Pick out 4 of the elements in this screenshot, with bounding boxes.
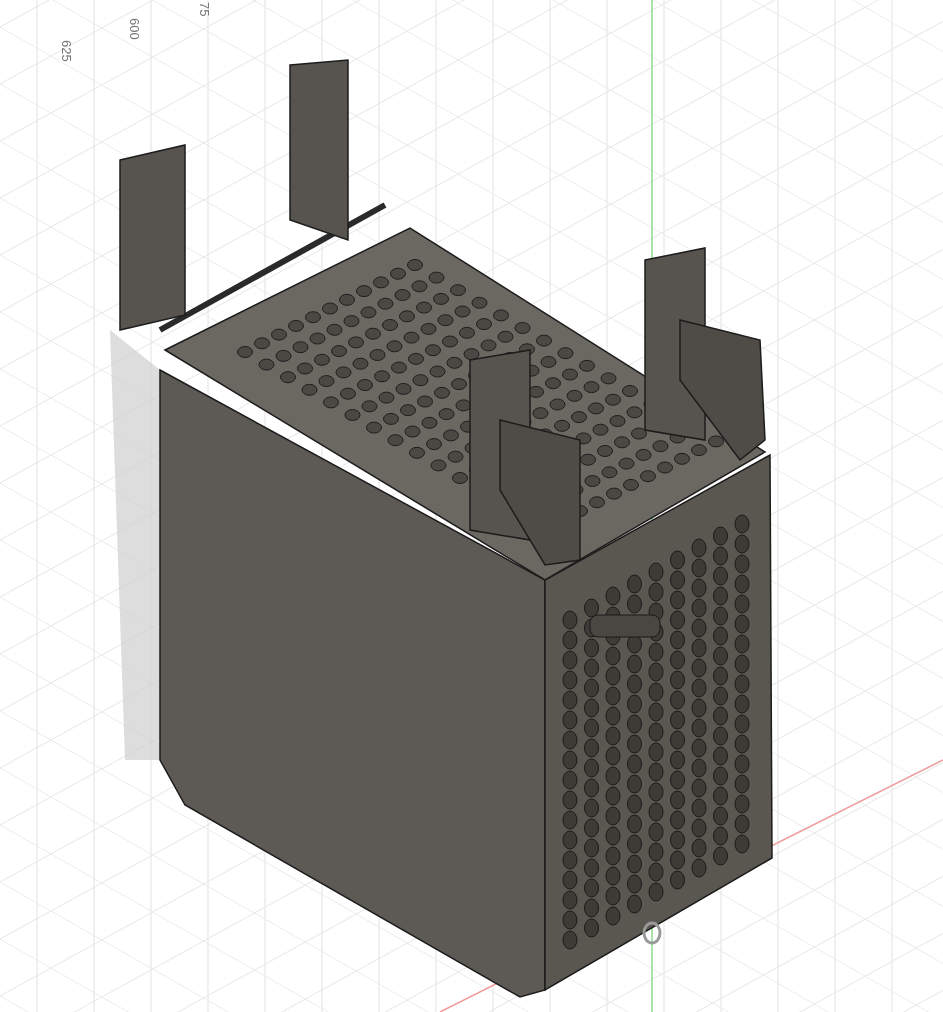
- origin-icon: [642, 921, 662, 945]
- ruler-label: 75: [196, 2, 213, 17]
- ruler-label: 625: [58, 40, 75, 62]
- ruler-label: 600: [126, 18, 143, 40]
